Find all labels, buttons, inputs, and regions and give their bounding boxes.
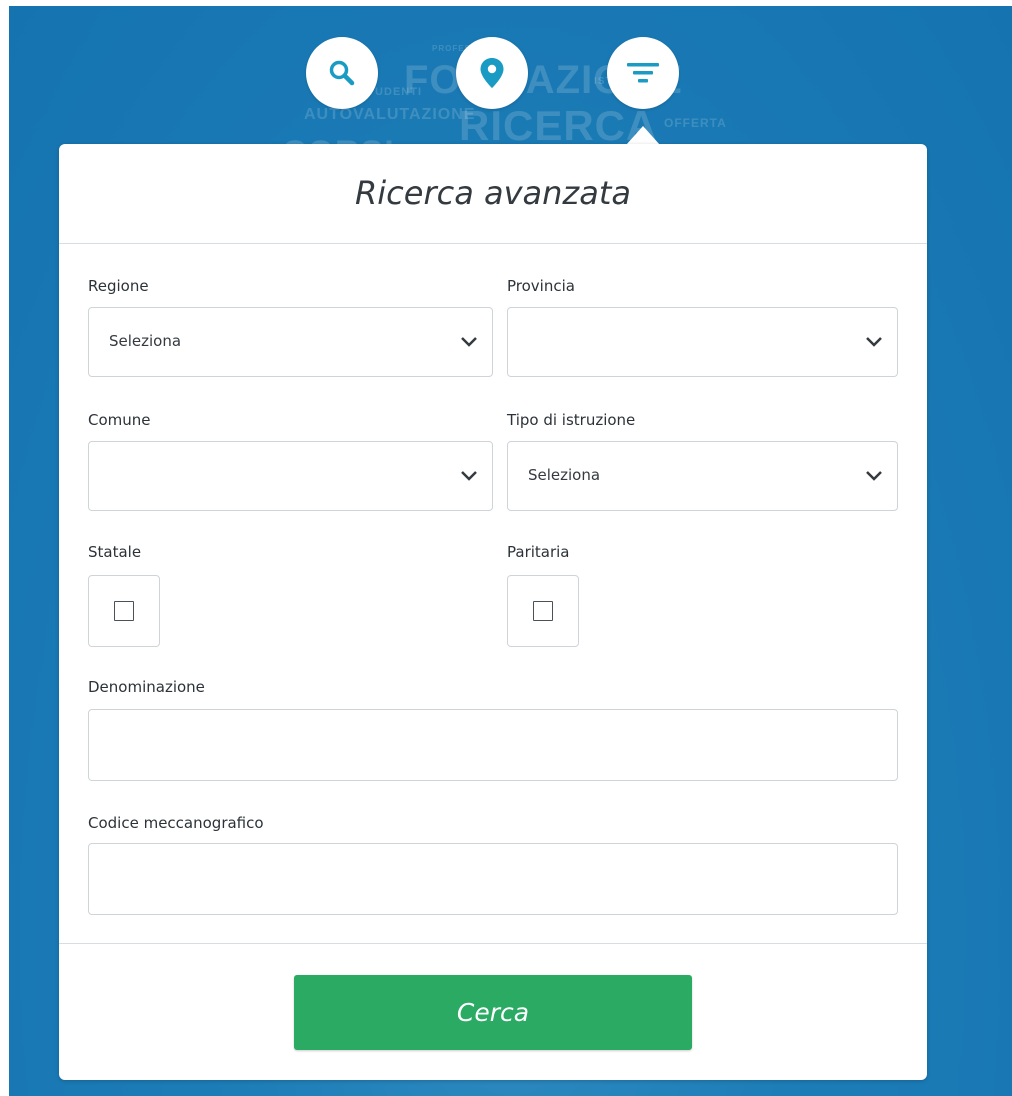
paritaria-checkbox[interactable] bbox=[507, 575, 579, 647]
top-nav bbox=[0, 37, 1012, 109]
location-pin-icon bbox=[480, 58, 504, 88]
tipo-istruzione-label: Tipo di istruzione bbox=[507, 411, 636, 429]
regione-select[interactable]: Seleziona bbox=[88, 307, 493, 377]
card-pointer bbox=[626, 126, 660, 145]
statale-label: Statale bbox=[88, 543, 142, 561]
wordcloud-word: AUTOVALUTAZIONE bbox=[304, 106, 476, 123]
chevron-down-icon bbox=[461, 471, 477, 481]
footer-divider bbox=[59, 943, 927, 944]
provincia-label: Provincia bbox=[507, 277, 575, 295]
denominazione-input[interactable] bbox=[88, 709, 898, 781]
card-title: Ricerca avanzata bbox=[355, 174, 631, 212]
comune-select[interactable] bbox=[88, 441, 493, 511]
nav-search-button[interactable] bbox=[306, 37, 378, 109]
tipo-istruzione-select[interactable]: Seleziona bbox=[507, 441, 898, 511]
nav-location-button[interactable] bbox=[456, 37, 528, 109]
chevron-down-icon bbox=[866, 337, 882, 347]
advanced-search-card: Ricerca avanzata Regione Seleziona Provi… bbox=[59, 144, 927, 1080]
chevron-down-icon bbox=[866, 471, 882, 481]
page: FORMAZIONE RICERCA AUTOVALUTAZIONE PROFE… bbox=[0, 0, 1012, 1096]
cerca-button[interactable]: Cerca bbox=[294, 975, 692, 1050]
denominazione-label: Denominazione bbox=[88, 678, 205, 696]
checkbox-square-icon bbox=[114, 601, 134, 621]
filter-icon bbox=[627, 63, 659, 83]
regione-select-value: Seleziona bbox=[109, 332, 182, 350]
codice-meccanografico-label: Codice meccanografico bbox=[88, 814, 264, 832]
title-divider bbox=[59, 243, 927, 244]
regione-label: Regione bbox=[88, 277, 149, 295]
comune-label: Comune bbox=[88, 411, 151, 429]
provincia-select[interactable] bbox=[507, 307, 898, 377]
search-icon bbox=[329, 60, 355, 86]
paritaria-label: Paritaria bbox=[507, 543, 570, 561]
chevron-down-icon bbox=[461, 337, 477, 347]
wordcloud-word: OFFERTA bbox=[664, 116, 727, 130]
nav-filter-button[interactable] bbox=[607, 37, 679, 109]
codice-meccanografico-input[interactable] bbox=[88, 843, 898, 915]
tipo-istruzione-select-value: Seleziona bbox=[528, 466, 601, 484]
statale-checkbox[interactable] bbox=[88, 575, 160, 647]
checkbox-square-icon bbox=[533, 601, 553, 621]
